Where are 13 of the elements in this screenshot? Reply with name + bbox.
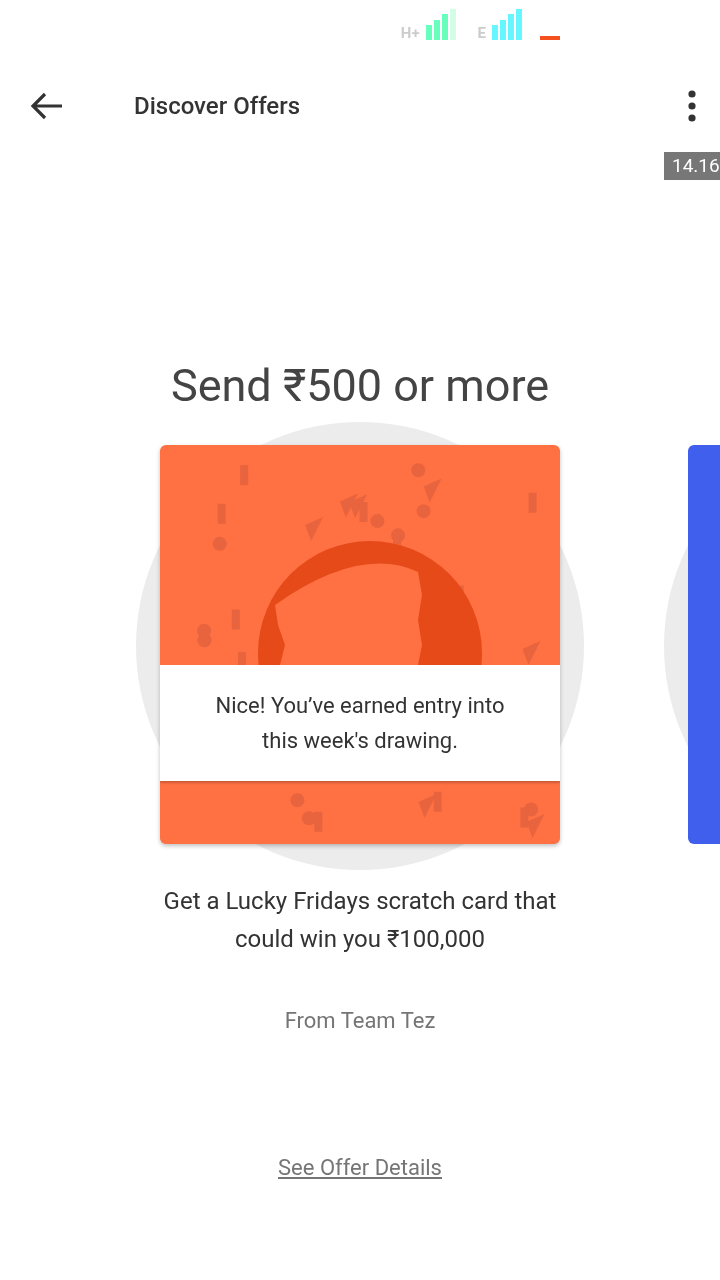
screen-title: Discover Offers	[134, 92, 302, 120]
offer-details-link[interactable]: See Offer Details	[278, 1155, 442, 1180]
back-arrow-icon	[30, 92, 64, 120]
battery-icon	[540, 36, 560, 40]
time-tag: 14.16	[664, 152, 720, 180]
offer-source: From Team Tez	[283, 1008, 437, 1033]
signal-icon	[425, 9, 458, 40]
scratch-card[interactable]: Nice! You’ve earned entry into this week's drawing.	[160, 445, 560, 844]
signal-icon	[492, 9, 524, 40]
offer-headline: Send ₹500 or more	[169, 358, 551, 414]
offer-description: Get a Lucky Fridays scratch card that could win you ₹100,000	[162, 886, 558, 955]
card-message: Nice! You’ve earned entry into this week's drawing.	[215, 692, 505, 755]
more-icon	[688, 90, 696, 122]
